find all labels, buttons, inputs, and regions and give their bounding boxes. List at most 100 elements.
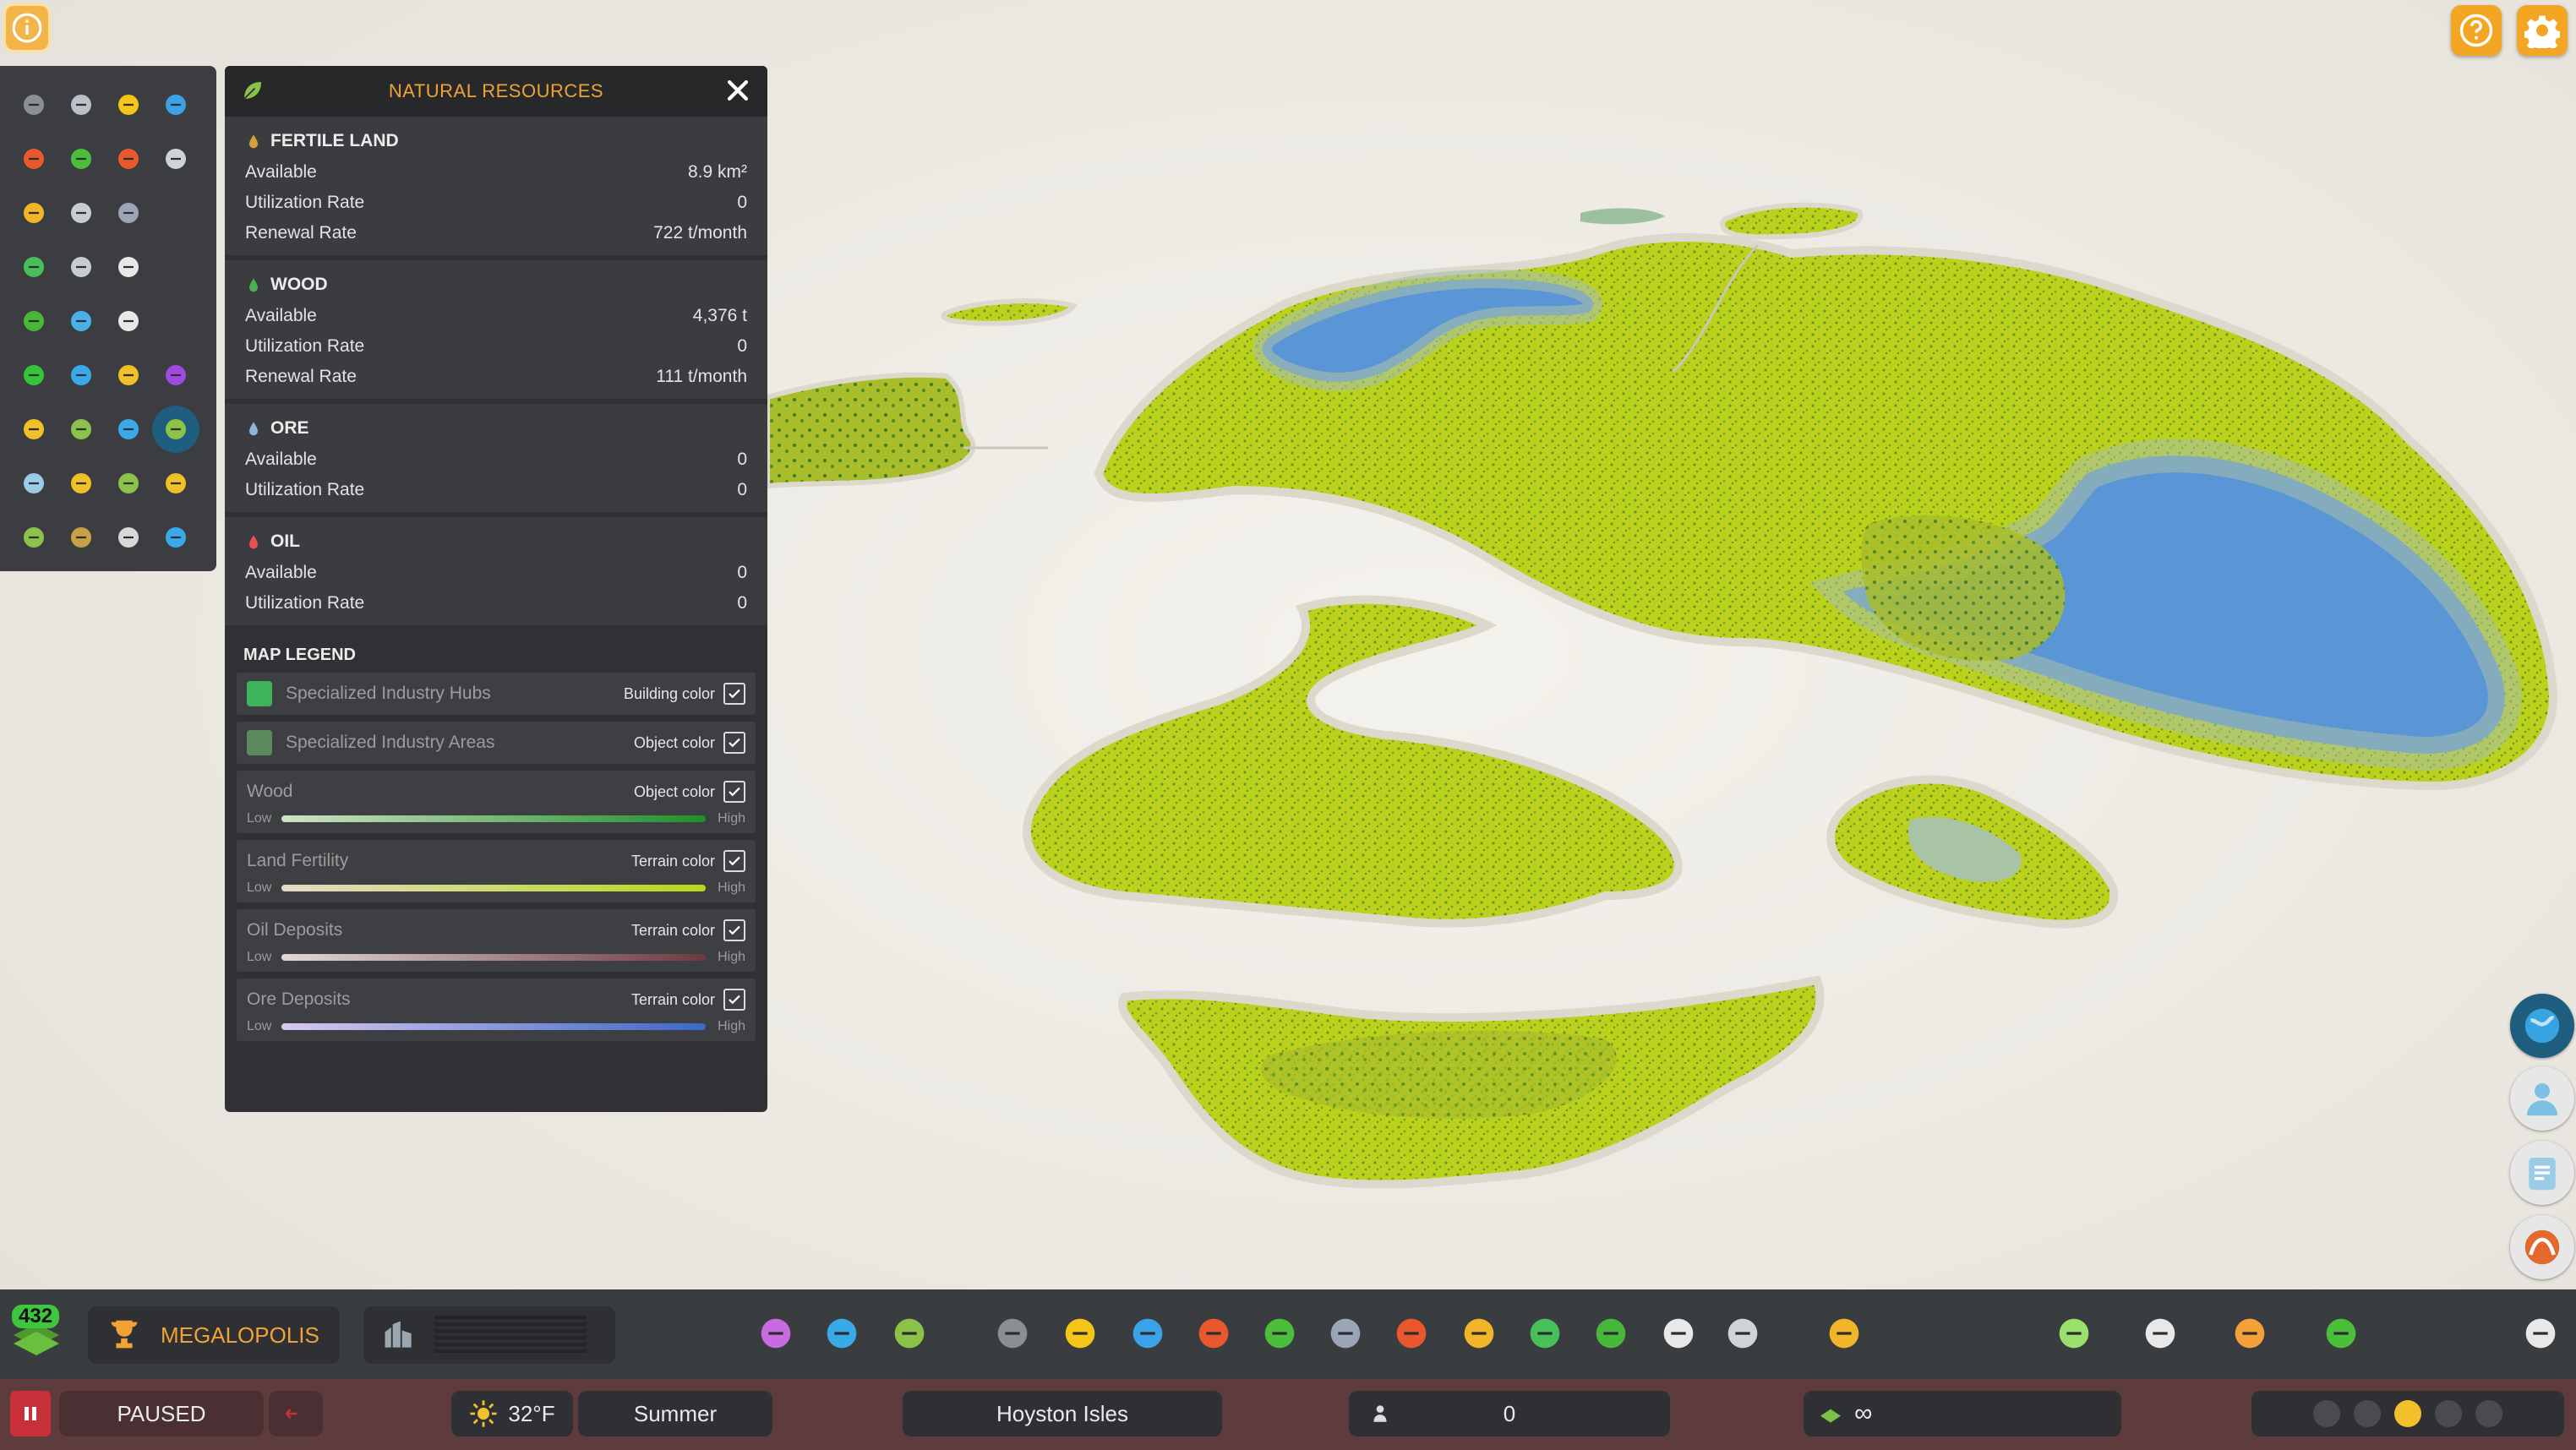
palette-chat-button[interactable] xyxy=(105,243,152,291)
palette-healthcare-button[interactable] xyxy=(10,135,57,183)
toolbar-fire-station-button[interactable] xyxy=(1386,1308,1437,1359)
palette-recycle-button[interactable] xyxy=(57,135,105,183)
legend-high-label: High xyxy=(718,880,745,895)
citizens-button[interactable] xyxy=(2510,1066,2574,1131)
toolbar-undo-button[interactable] xyxy=(2049,1308,2099,1359)
palette-tools-button[interactable] xyxy=(152,135,199,183)
palette-water-map-button[interactable] xyxy=(152,514,199,561)
palette-residential-zone-button[interactable] xyxy=(10,352,57,399)
gradient-bar xyxy=(281,954,707,961)
toolbar-transport-button[interactable] xyxy=(1520,1308,1570,1359)
palette-electricity-button[interactable] xyxy=(105,81,152,128)
palette-industrial-zone-button[interactable] xyxy=(105,352,152,399)
milestone-pill[interactable]: MEGALOPOLIS xyxy=(88,1306,340,1364)
close-icon[interactable] xyxy=(723,76,752,105)
toolbar-zoning-button[interactable] xyxy=(750,1308,801,1359)
milestone-badge[interactable]: 432 xyxy=(5,1298,68,1369)
legend-checkbox[interactable] xyxy=(723,919,745,941)
legend-checkbox[interactable] xyxy=(723,683,745,705)
palette-transport-button[interactable] xyxy=(10,243,57,291)
crate-icon xyxy=(71,527,91,548)
palette-natural-resources-button[interactable] xyxy=(152,406,199,453)
palette-education-button[interactable] xyxy=(105,189,152,237)
simulation-progress xyxy=(363,1306,615,1364)
palette-row xyxy=(10,240,206,294)
toolbar-district-button[interactable] xyxy=(884,1308,935,1359)
palette-water-button[interactable] xyxy=(152,81,199,128)
toolbar-map-button[interactable] xyxy=(2135,1308,2186,1359)
map-view-button[interactable] xyxy=(2510,994,2574,1058)
palette-commercial-zone-button[interactable] xyxy=(57,352,105,399)
weather-pill[interactable]: 32°F xyxy=(451,1391,573,1436)
palette-parks-button[interactable] xyxy=(10,297,57,345)
legend-checkbox[interactable] xyxy=(723,850,745,872)
pause-button[interactable] xyxy=(10,1391,51,1436)
info-button[interactable] xyxy=(3,3,51,52)
palette-government-button[interactable] xyxy=(57,189,105,237)
help-button[interactable] xyxy=(2451,5,2502,56)
healthcare-icon xyxy=(1198,1318,1229,1349)
legend-checkbox[interactable] xyxy=(723,781,745,803)
palette-arrow-button[interactable] xyxy=(105,297,152,345)
speed-button[interactable] xyxy=(269,1391,323,1436)
money-pill[interactable]: ∞ xyxy=(1804,1391,2121,1436)
toolbar-bulldozer-button[interactable] xyxy=(1819,1308,1869,1359)
legend-kind: Object color xyxy=(633,782,715,800)
resource-value: 0 xyxy=(737,480,747,499)
gear-icon xyxy=(2524,15,2560,48)
palette-luggage-button[interactable] xyxy=(57,297,105,345)
toolbar-water-button[interactable] xyxy=(1122,1308,1173,1359)
settings-button[interactable] xyxy=(2517,5,2568,56)
palette-headphones-button[interactable] xyxy=(105,514,152,561)
resource-label: Utilization Rate xyxy=(245,593,365,613)
palette-happiness-button[interactable] xyxy=(57,460,105,507)
palette-road-button[interactable] xyxy=(10,81,57,128)
legend-low-label: Low xyxy=(247,880,272,895)
palette-police-button[interactable] xyxy=(10,189,57,237)
toolbar-chat-button[interactable] xyxy=(1653,1308,1704,1359)
toolbar-parks-button[interactable] xyxy=(1585,1308,1636,1359)
palette-zoning-button[interactable] xyxy=(57,406,105,453)
toolbar-police-button[interactable] xyxy=(1454,1308,1504,1359)
palette-bus-road-button[interactable] xyxy=(57,81,105,128)
legend-high-label: High xyxy=(718,1019,745,1033)
toolbar-photo-mode-button[interactable] xyxy=(2515,1308,2566,1359)
legend-checkbox[interactable] xyxy=(723,732,745,754)
healthcare-icon xyxy=(24,149,44,169)
toolbar-electricity-button[interactable] xyxy=(1055,1308,1105,1359)
notes-button[interactable] xyxy=(2510,1141,2574,1205)
palette-workers-button[interactable] xyxy=(152,460,199,507)
toolbar-education-button[interactable] xyxy=(1320,1308,1371,1359)
toolbar-healthcare-button[interactable] xyxy=(1188,1308,1239,1359)
resource-label: Utilization Rate xyxy=(245,336,365,356)
toolbar-road-button[interactable] xyxy=(987,1308,1038,1359)
temperature: 32°F xyxy=(508,1400,555,1426)
palette-population-button[interactable] xyxy=(10,460,57,507)
legend-gradient: Low High xyxy=(247,1012,745,1041)
resource-label: Renewal Rate xyxy=(245,223,357,243)
palette-graph-button[interactable] xyxy=(105,406,152,453)
natural-resources-icon xyxy=(166,419,186,439)
palette-office-zone-button[interactable] xyxy=(152,352,199,399)
palette-mail-button[interactable] xyxy=(57,243,105,291)
city-name-pill[interactable]: Hoyston Isles xyxy=(903,1391,1222,1436)
toolbar-statistics-button[interactable] xyxy=(2224,1308,2275,1359)
happiness-pill[interactable] xyxy=(2251,1391,2564,1436)
palette-terrain-button[interactable] xyxy=(10,514,57,561)
recycle-icon xyxy=(71,149,91,169)
oil-drop-icon xyxy=(249,535,258,549)
palette-crate-button[interactable] xyxy=(57,514,105,561)
toolbar-recycle-button[interactable] xyxy=(1254,1308,1305,1359)
palette-house-button[interactable] xyxy=(10,406,57,453)
population-icon xyxy=(1373,1405,1387,1422)
palette-fire-station-button[interactable] xyxy=(105,135,152,183)
toolbar-landscaping-button[interactable] xyxy=(1717,1308,1768,1359)
toolbar-area-button[interactable] xyxy=(816,1308,867,1359)
palette-money-button[interactable] xyxy=(105,460,152,507)
toolbar-city-services-button[interactable] xyxy=(2316,1308,2366,1359)
legend-checkbox[interactable] xyxy=(723,989,745,1011)
statistics-icon xyxy=(2235,1318,2265,1349)
radio-button[interactable] xyxy=(2510,1215,2574,1279)
area-icon xyxy=(827,1318,857,1349)
population-pill[interactable]: 0 xyxy=(1349,1391,1670,1436)
